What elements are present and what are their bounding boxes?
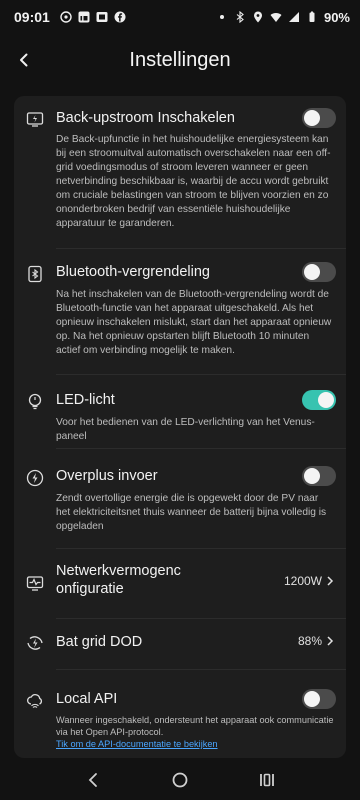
bluetooth-lock-title: Bluetooth-vergrendeling: [56, 264, 210, 280]
surplus-feed-in-toggle[interactable]: [302, 466, 336, 486]
status-time: 09:01: [14, 9, 50, 25]
status-right: 90%: [216, 10, 350, 25]
nav-back-button[interactable]: [81, 768, 105, 792]
system-nav-bar: [0, 760, 360, 800]
backup-power-toggle[interactable]: [302, 108, 336, 128]
surplus-feed-in-icon: [24, 467, 46, 489]
toggle-knob: [304, 691, 320, 707]
network-power-value[interactable]: 1200W: [284, 574, 334, 588]
chevron-right-icon: [327, 576, 334, 586]
facebook-icon: [114, 11, 126, 23]
local-api-title: Local API: [56, 691, 118, 707]
toggle-knob: [304, 468, 320, 484]
local-api-toggle[interactable]: [302, 689, 336, 709]
nav-recents-button[interactable]: [255, 768, 279, 792]
network-power-value-text: 1200W: [283, 574, 322, 588]
bluetooth-lock-description: Na het inschakelen van de Bluetooth-verg…: [56, 289, 332, 356]
page-title: Instellingen: [129, 48, 231, 71]
wifi-icon: [270, 12, 282, 22]
chevron-right-icon: [327, 636, 334, 646]
network-power-icon: [24, 572, 46, 594]
network-power-title-line1: Netwerkvermogenc: [56, 563, 181, 579]
bluetooth-lock-toggle[interactable]: [302, 262, 336, 282]
led-light-description: Voor het bedienen van de LED-verlichting…: [56, 417, 315, 442]
backup-power-title: Back-upstroom Inschakelen: [56, 110, 235, 126]
toggle-knob: [304, 110, 320, 126]
setting-local-api: Local API Wanneer ingeschakeld, onderste…: [14, 670, 346, 758]
backup-power-icon: [24, 108, 46, 130]
battery-icon: [309, 11, 315, 22]
setting-bat-grid-dod[interactable]: Bat grid DOD 88%: [14, 619, 346, 667]
api-docs-link[interactable]: Tik om de API-documentatie te bekijken: [56, 739, 218, 749]
local-api-icon: [24, 690, 46, 712]
bat-grid-dod-title: Bat grid DOD: [56, 634, 143, 650]
settings-card: Back-upstroom Inschakelen De Back-upfunc…: [14, 96, 346, 758]
setting-surplus-feed-in: Overplus invoer Zendt overtollige energi…: [14, 449, 346, 549]
led-light-toggle[interactable]: [302, 390, 336, 410]
home-circle-icon: [172, 772, 188, 788]
setting-network-power[interactable]: Netwerkvermogenc onfiguratie 1200W: [14, 549, 346, 617]
nav-home-button[interactable]: [168, 768, 192, 792]
app-header: Instellingen: [0, 34, 360, 86]
back-button[interactable]: [10, 46, 38, 74]
back-arrow-icon: [89, 773, 98, 787]
battery-percent: 90%: [323, 9, 350, 25]
chevron-left-icon: [20, 53, 28, 67]
bluetooth-icon: [236, 11, 244, 23]
network-power-title-line2: onfiguratie: [56, 581, 124, 597]
whatsapp-icon: [60, 11, 72, 23]
network-power-title: Netwerkvermogenc onfiguratie: [56, 562, 181, 598]
location-icon: [253, 11, 262, 23]
toggle-knob: [304, 264, 320, 280]
status-bar: 09:01 90%: [0, 0, 360, 34]
bat-grid-dod-value-text: 88%: [297, 634, 322, 648]
app-icon: [96, 12, 108, 22]
recents-icon: [259, 773, 274, 787]
bluetooth-lock-icon: [24, 263, 46, 285]
dot-icon: [219, 15, 224, 19]
setting-backup-power: Back-upstroom Inschakelen De Back-upfunc…: [14, 96, 346, 246]
setting-bluetooth-lock: Bluetooth-vergrendeling Na het inschakel…: [14, 249, 346, 369]
local-api-description: Wanneer ingeschakeld, ondersteunt het ap…: [56, 714, 334, 750]
led-light-icon: [24, 390, 46, 412]
linkedin-icon: [78, 11, 90, 23]
backup-power-description: De Back-upfunctie in het huishoudelijke …: [56, 134, 331, 229]
surplus-feed-in-title: Overplus invoer: [56, 468, 158, 484]
local-api-description-text: Wanneer ingeschakeld, ondersteunt het ap…: [56, 715, 334, 737]
bat-grid-dod-icon: [24, 632, 46, 654]
signal-icon: [288, 12, 299, 22]
surplus-feed-in-description: Zendt overtollige energie die is opgewek…: [56, 493, 327, 532]
bat-grid-dod-value[interactable]: 88%: [298, 634, 334, 648]
status-left: 09:01: [14, 9, 126, 25]
toggle-knob: [318, 392, 334, 408]
setting-led-light: LED-licht Voor het bedienen van de LED-v…: [14, 375, 346, 445]
led-light-title: LED-licht: [56, 392, 115, 408]
